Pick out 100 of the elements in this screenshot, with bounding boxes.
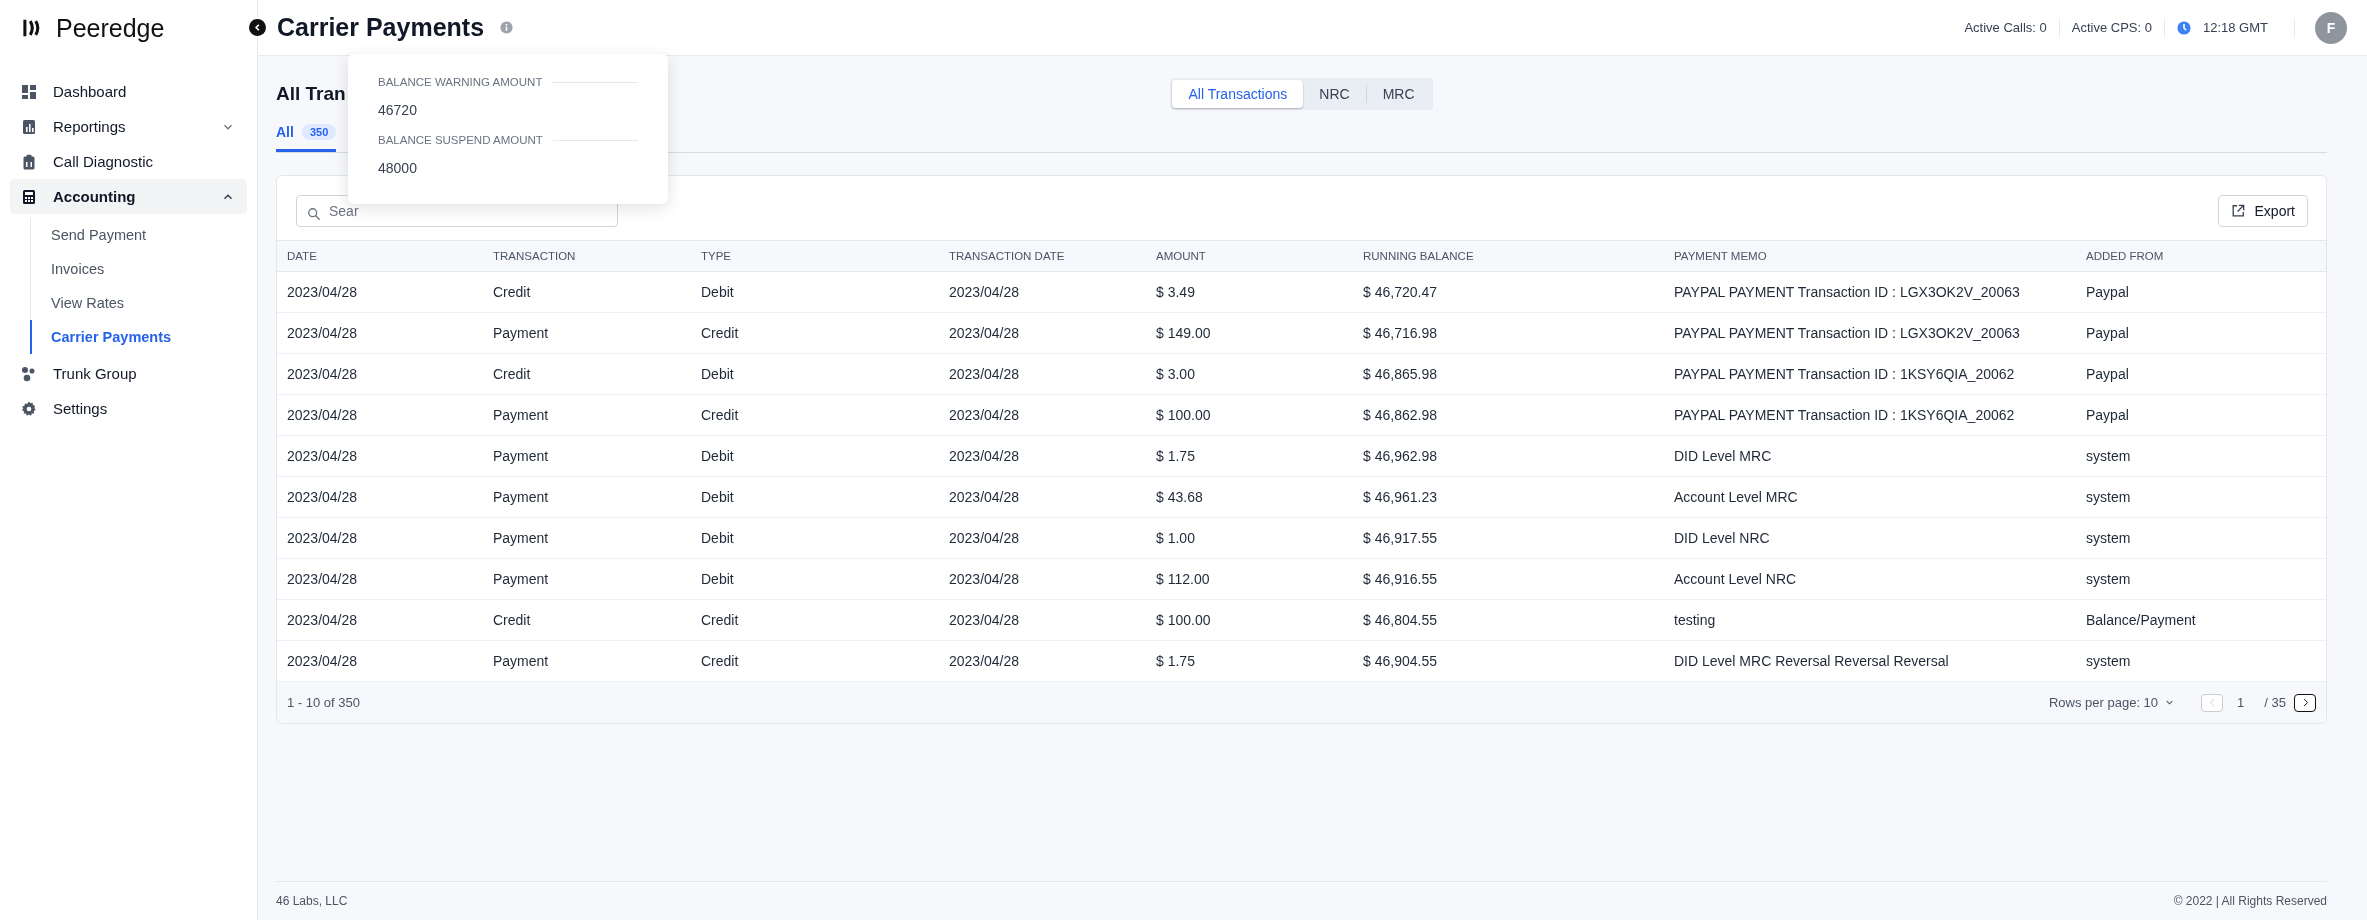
table-cell-text: Paypal [2085, 365, 2130, 384]
table-cell-text: Payment [492, 529, 550, 548]
table-cell-text: 2023/04/28 [948, 611, 1021, 630]
table-cell-text: system [2085, 447, 2132, 466]
sidebar-item[interactable]: Call Diagnostic [10, 144, 247, 179]
table-cell-text: $ 100.00 [1155, 611, 1212, 630]
status-text: Active Calls: 0 [1964, 20, 2047, 35]
table-cell-text: 2023/04/28 [948, 529, 1021, 548]
next-page-button[interactable] [2294, 693, 2316, 712]
table-cell-text: $ 46,961.23 [1362, 488, 1438, 507]
table-cell-text: Credit [492, 365, 532, 384]
column-header: DATE [286, 249, 318, 264]
column-header: TYPE [700, 249, 733, 264]
page-total: / 35 [2264, 695, 2286, 710]
table-cell-text: 2023/04/28 [286, 611, 359, 630]
table-cell-text: system [2085, 529, 2132, 548]
field-value: 46720 [378, 102, 418, 118]
app-logo: Peeredge [56, 13, 165, 43]
table-cell-text: Debit [700, 365, 735, 384]
table-cell-text: Debit [700, 570, 735, 589]
table-cell-text: Paypal [2085, 283, 2130, 302]
company-name: 46 Labs, LLC [276, 894, 348, 908]
dots-icon [21, 365, 37, 382]
table-cell-text: $ 46,862.98 [1362, 406, 1438, 425]
clock-icon [2176, 20, 2191, 35]
sidebar-subitem[interactable]: View Rates [30, 286, 247, 320]
table-cell-text: Credit [700, 652, 740, 671]
sidebar-item[interactable]: Settings [10, 391, 247, 426]
field-label: BALANCE SUSPEND AMOUNT [378, 134, 543, 146]
search-icon [307, 207, 321, 221]
column-header: RUNNING BALANCE [1362, 249, 1475, 264]
table-cell-text: 2023/04/28 [948, 447, 1021, 466]
table-cell-text: PAYPAL PAYMENT Transaction ID : LGX3OK2V_20063 [1673, 324, 2021, 343]
table-cell-text: $ 43.68 [1155, 488, 1204, 507]
rows-per-page-select[interactable]: Rows per page: 10 [2048, 695, 2176, 710]
table-cell-text: Credit [700, 611, 740, 630]
table-cell-text: $ 46,865.98 [1362, 365, 1438, 384]
clock-time: 12:18 GMT [2202, 20, 2268, 35]
table-cell-text: Account Level NRC [1673, 570, 1798, 589]
segment-tab[interactable]: NRC [1303, 80, 1366, 108]
table-cell-text: $ 3.49 [1155, 283, 1196, 302]
table-cell-text: 2023/04/28 [286, 570, 359, 589]
collapse-button[interactable] [249, 19, 266, 36]
table-cell-text: $ 46,804.55 [1362, 611, 1438, 630]
column-header: PAYMENT MEMO [1673, 249, 1768, 264]
table-cell-text: testing [1673, 611, 1717, 630]
sidebar-item[interactable]: Reportings [10, 109, 247, 144]
sidebar-item[interactable]: Trunk Group [10, 356, 247, 391]
chart-icon [21, 118, 37, 135]
table-cell-text: 2023/04/28 [286, 283, 359, 302]
table-cell-text: Credit [492, 611, 532, 630]
table-cell-text: $ 46,716.98 [1362, 324, 1438, 343]
table-cell-text: 2023/04/28 [948, 488, 1021, 507]
filter-tab[interactable]: All 350 [276, 122, 337, 152]
table-cell-text: Payment [492, 447, 550, 466]
calculator-icon [21, 188, 37, 205]
table-cell-text: Credit [492, 283, 532, 302]
table-cell-text: $ 1.75 [1155, 652, 1196, 671]
table-cell-text: Debit [700, 488, 735, 507]
table-cell-text: PAYPAL PAYMENT Transaction ID : LGX3OK2V_20063 [1673, 283, 2021, 302]
table-cell-text: $ 149.00 [1155, 324, 1212, 343]
column-header: ADDED FROM [2085, 249, 2165, 264]
table-cell-text: Debit [700, 529, 735, 548]
external-link-icon [2230, 204, 2245, 218]
column-header: TRANSACTION DATE [948, 249, 1066, 264]
table-cell-text: $ 1.00 [1155, 529, 1196, 548]
sidebar-subitem[interactable]: Send Payment [30, 218, 247, 252]
segment-tab[interactable]: All Transactions [1172, 80, 1304, 108]
table-cell-text: 2023/04/28 [948, 283, 1021, 302]
segment-tab[interactable]: MRC [1366, 80, 1431, 108]
table-cell-text: 2023/04/28 [286, 365, 359, 384]
table-cell-text: Payment [492, 652, 550, 671]
table-cell-text: PAYPAL PAYMENT Transaction ID : 1KSY6QIA_20062 [1673, 406, 2016, 425]
sidebar-item[interactable]: Dashboard [10, 74, 247, 109]
table-cell-text: 2023/04/28 [948, 324, 1021, 343]
column-header: AMOUNT [1155, 249, 1207, 264]
settings-icon [21, 400, 37, 417]
table-cell-text: 2023/04/28 [948, 570, 1021, 589]
field-label: BALANCE WARNING AMOUNT [378, 76, 543, 88]
table-cell-text: PAYPAL PAYMENT Transaction ID : 1KSY6QIA_20062 [1673, 365, 2016, 384]
copyright-text: © 2022 | All Rights Reserved [2173, 894, 2327, 908]
table-cell-text: $ 46,916.55 [1362, 570, 1438, 589]
table-cell-text: system [2085, 570, 2132, 589]
sidebar-item[interactable]: Accounting [10, 179, 247, 214]
status-text: Active CPS: 0 [2071, 20, 2152, 35]
table-cell-text: DID Level MRC Reversal Reversal Reversal [1673, 652, 1950, 671]
export-button[interactable]: Export [2217, 195, 2308, 227]
sidebar-subitem[interactable]: Carrier Payments [30, 320, 247, 354]
table-cell-text: 2023/04/28 [286, 447, 359, 466]
page-summary: 1 - 10 of 350 [287, 695, 360, 710]
table-cell-text: Paypal [2085, 406, 2130, 425]
sidebar-subitem[interactable]: Invoices [30, 252, 247, 286]
table-cell-text: $ 46,962.98 [1362, 447, 1438, 466]
clipboard-icon [21, 153, 37, 170]
table-cell-text: Credit [700, 406, 740, 425]
table-cell-text: 2023/04/28 [286, 488, 359, 507]
section-heading: All Tran [276, 83, 346, 105]
table-cell-text: $ 46,917.55 [1362, 529, 1438, 548]
table-cell-text: 2023/04/28 [286, 406, 359, 425]
table-cell-text: 2023/04/28 [948, 365, 1021, 384]
